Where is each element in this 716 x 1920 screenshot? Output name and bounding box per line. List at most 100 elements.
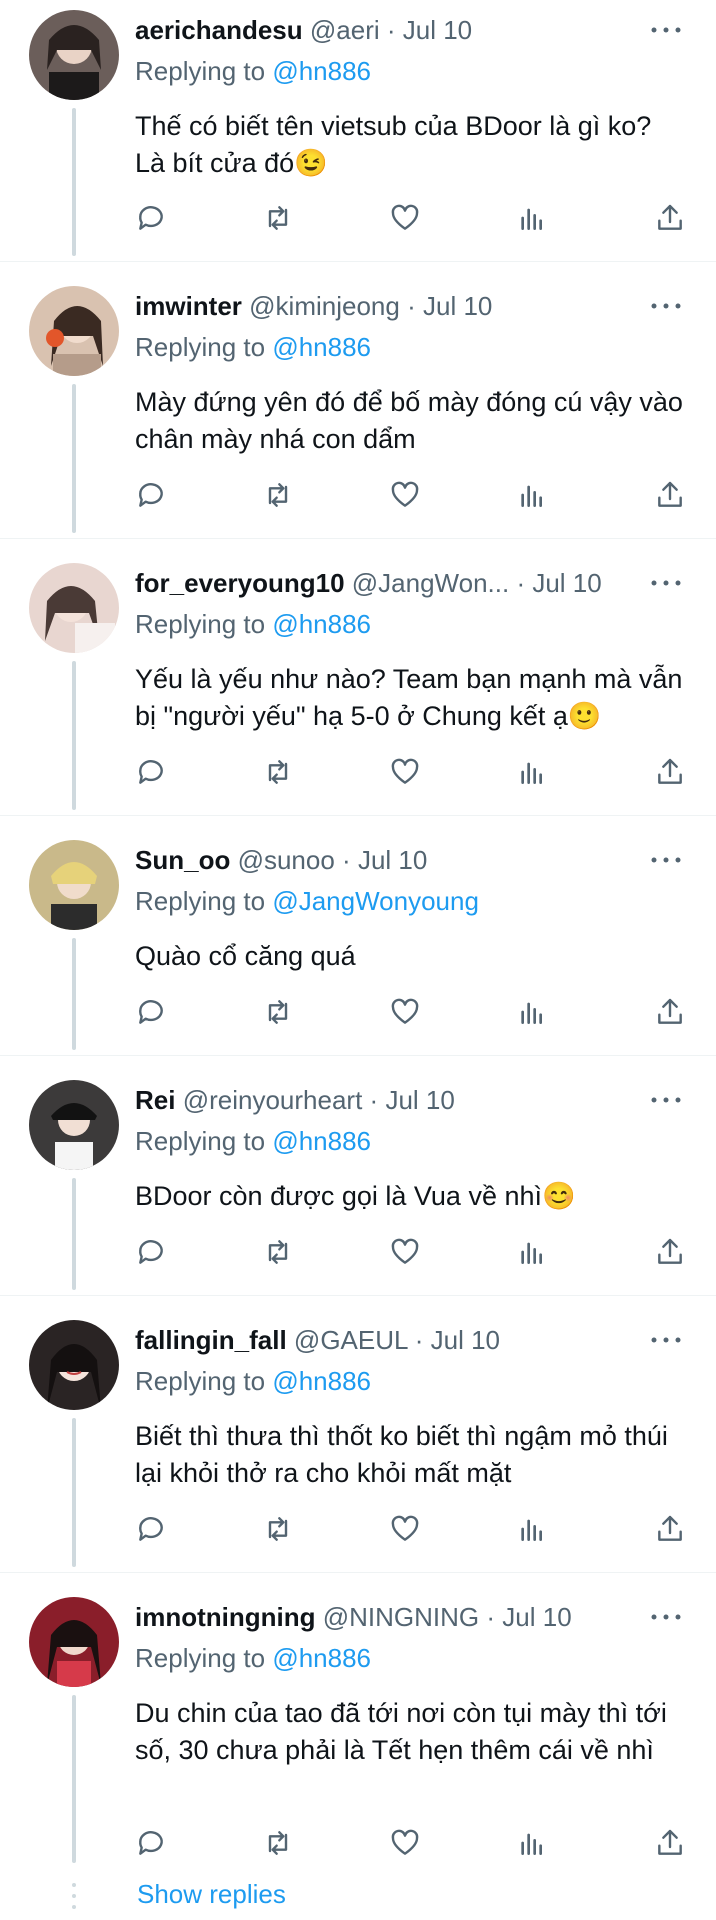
avatar[interactable]	[29, 10, 119, 100]
show-replies-link[interactable]: Show replies	[137, 1878, 286, 1910]
display-name[interactable]: Sun_oo	[135, 845, 230, 875]
tweet[interactable]: aerichandesu @aeri · Jul 10 Replying to …	[0, 0, 716, 262]
retweet-icon[interactable]	[262, 479, 298, 513]
tweet-text: Mày đứng yên đó để bố mày đóng cú vậy và…	[135, 387, 683, 454]
avatar[interactable]	[29, 1320, 119, 1410]
reply-icon[interactable]	[135, 479, 171, 513]
user-handle[interactable]: @JangWon...	[352, 568, 509, 598]
timestamp[interactable]: Jul 10	[403, 15, 472, 45]
share-icon[interactable]	[654, 202, 690, 236]
retweet-icon[interactable]	[262, 1513, 298, 1547]
more-icon[interactable]	[646, 294, 686, 318]
mention-link[interactable]: @hn886	[272, 1126, 371, 1156]
tweet[interactable]: Sun_oo @sunoo · Jul 10 Replying to @Jang…	[0, 816, 716, 1056]
views-icon[interactable]	[516, 1236, 552, 1270]
more-icon[interactable]	[646, 571, 686, 595]
like-icon[interactable]	[389, 202, 425, 236]
more-icon[interactable]	[646, 848, 686, 872]
reply-icon[interactable]	[135, 1236, 171, 1270]
views-icon[interactable]	[516, 996, 552, 1030]
retweet-icon[interactable]	[262, 996, 298, 1030]
tweet[interactable]: for_everyoung10 @JangWon... · Jul 10 Rep…	[0, 539, 716, 816]
retweet-icon[interactable]	[262, 202, 298, 236]
views-icon[interactable]	[516, 479, 552, 513]
reply-icon[interactable]	[135, 1513, 171, 1547]
avatar[interactable]	[29, 563, 119, 653]
tweet[interactable]: Rei @reinyourheart · Jul 10 Replying to …	[0, 1056, 716, 1296]
replying-to: Replying to @JangWonyoung	[135, 886, 479, 916]
tweet-header: Rei @reinyourheart · Jul 10	[135, 1085, 455, 1115]
timestamp[interactable]: Jul 10	[423, 291, 492, 321]
action-bar	[135, 1827, 686, 1861]
display-name[interactable]: imnotningning	[135, 1602, 316, 1632]
user-handle[interactable]: @kiminjeong	[249, 291, 400, 321]
tweet-text: Quào cổ căng quá	[135, 941, 356, 971]
display-name[interactable]: aerichandesu	[135, 15, 303, 45]
timestamp[interactable]: Jul 10	[532, 568, 601, 598]
user-handle[interactable]: @GAEUL	[294, 1325, 408, 1355]
mention-link[interactable]: @hn886	[272, 609, 371, 639]
tweet-header: imwinter @kiminjeong · Jul 10	[135, 291, 493, 321]
views-icon[interactable]	[516, 756, 552, 790]
share-icon[interactable]	[654, 996, 690, 1030]
share-icon[interactable]	[654, 1827, 690, 1861]
action-bar	[135, 996, 686, 1030]
user-handle[interactable]: @NINGNING	[323, 1602, 479, 1632]
views-icon[interactable]	[516, 1827, 552, 1861]
action-bar	[135, 1236, 686, 1270]
timestamp[interactable]: Jul 10	[358, 845, 427, 875]
reply-icon[interactable]	[135, 756, 171, 790]
more-icon[interactable]	[646, 18, 686, 42]
share-icon[interactable]	[654, 479, 690, 513]
avatar[interactable]	[29, 1597, 119, 1687]
like-icon[interactable]	[389, 1827, 425, 1861]
retweet-icon[interactable]	[262, 756, 298, 790]
tweet-text: Biết thì thưa thì thốt ko biết thì ngậm …	[135, 1421, 668, 1488]
mention-link[interactable]: @hn886	[272, 332, 371, 362]
tweet[interactable]: imnotningning @NINGNING · Jul 10 Replyin…	[0, 1573, 716, 1920]
replying-to: Replying to @hn886	[135, 56, 372, 86]
replying-to: Replying to @hn886	[135, 1643, 372, 1673]
like-icon[interactable]	[389, 479, 425, 513]
user-handle[interactable]: @reinyourheart	[183, 1085, 363, 1115]
retweet-icon[interactable]	[262, 1827, 298, 1861]
more-icon[interactable]	[646, 1328, 686, 1352]
like-icon[interactable]	[389, 1236, 425, 1270]
more-icon[interactable]	[646, 1605, 686, 1629]
tweet-header: imnotningning @NINGNING · Jul 10	[135, 1602, 572, 1632]
share-icon[interactable]	[654, 756, 690, 790]
mention-link[interactable]: @hn886	[272, 1643, 371, 1673]
views-icon[interactable]	[516, 202, 552, 236]
user-handle[interactable]: @sunoo	[238, 845, 335, 875]
timestamp[interactable]: Jul 10	[385, 1085, 454, 1115]
display-name[interactable]: for_everyoung10	[135, 568, 345, 598]
mention-link[interactable]: @JangWonyoung	[272, 886, 479, 916]
reply-icon[interactable]	[135, 996, 171, 1030]
display-name[interactable]: imwinter	[135, 291, 242, 321]
mention-link[interactable]: @hn886	[272, 56, 371, 86]
reply-icon[interactable]	[135, 202, 171, 236]
retweet-icon[interactable]	[262, 1236, 298, 1270]
tweet[interactable]: fallingin_fall @GAEUL · Jul 10 Replying …	[0, 1296, 716, 1573]
timestamp[interactable]: Jul 10	[431, 1325, 500, 1355]
share-icon[interactable]	[654, 1236, 690, 1270]
avatar[interactable]	[29, 840, 119, 930]
tweet-text: Yếu là yếu như nào? Team bạn mạnh mà vẫn…	[135, 664, 683, 731]
avatar[interactable]	[29, 1080, 119, 1170]
display-name[interactable]: fallingin_fall	[135, 1325, 287, 1355]
timestamp[interactable]: Jul 10	[502, 1602, 571, 1632]
more-icon[interactable]	[646, 1088, 686, 1112]
action-bar	[135, 479, 686, 513]
display-name[interactable]: Rei	[135, 1085, 175, 1115]
like-icon[interactable]	[389, 1513, 425, 1547]
mention-link[interactable]: @hn886	[272, 1366, 371, 1396]
avatar[interactable]	[29, 286, 119, 376]
share-icon[interactable]	[654, 1513, 690, 1547]
reply-icon[interactable]	[135, 1827, 171, 1861]
tweet[interactable]: imwinter @kiminjeong · Jul 10 Replying t…	[0, 262, 716, 539]
replying-to: Replying to @hn886	[135, 1126, 372, 1156]
like-icon[interactable]	[389, 996, 425, 1030]
views-icon[interactable]	[516, 1513, 552, 1547]
like-icon[interactable]	[389, 756, 425, 790]
user-handle[interactable]: @aeri	[310, 15, 380, 45]
